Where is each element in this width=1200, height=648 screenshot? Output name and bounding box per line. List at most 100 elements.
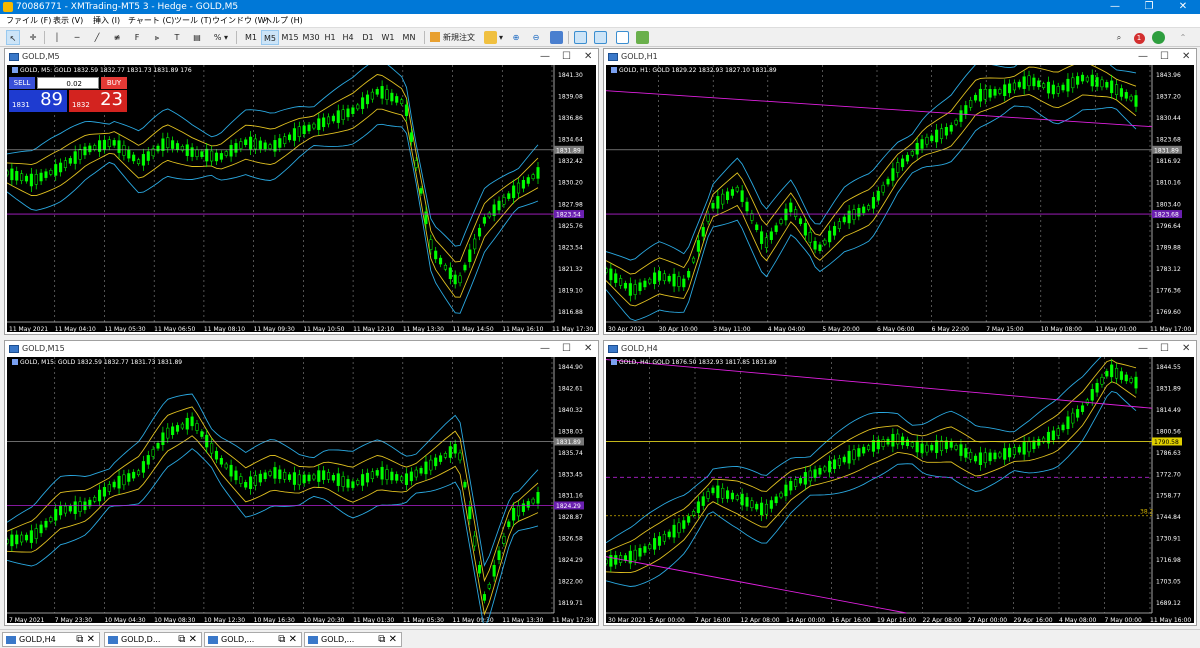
crosshair-icon[interactable]: ✛ — [26, 30, 40, 45]
candle-body — [760, 502, 764, 516]
maximize-button[interactable]: ☐ — [1160, 341, 1169, 357]
fibonacci-icon[interactable]: F — [130, 30, 144, 45]
candle-body — [706, 213, 710, 222]
tf-m5[interactable]: M5 — [261, 30, 279, 45]
horizontal-line-icon[interactable]: ─ — [70, 30, 84, 45]
menu-help[interactable]: ヘルプ (H) — [264, 14, 303, 28]
chart-window[interactable]: GOLD,M5— ☐ ✕ 1841.30 1839.08 1836.86 1834.64 18… — [4, 48, 599, 335]
minimize-button[interactable]: — — [1098, 0, 1132, 14]
candle-body — [896, 162, 900, 173]
restore-button[interactable]: ❐ — [1132, 0, 1166, 14]
chart-canvas[interactable]: 1843.96 1837.20 1830.44 1823.68 1816.92 1810.… — [606, 65, 1194, 332]
tab-gold-3[interactable]: GOLD,... ⧉ ✕ — [204, 632, 302, 647]
minimize-button[interactable]: — — [1138, 49, 1148, 65]
menu-insert[interactable]: 挿入 (I) — [93, 14, 120, 28]
trendline-icon[interactable]: ╱ — [90, 30, 104, 45]
price-tick-label: 1758.77 — [1156, 493, 1181, 500]
candle-body — [915, 440, 919, 453]
candle-body — [361, 474, 365, 486]
new-order-button[interactable]: 新規注文 — [430, 30, 480, 45]
tf-w1[interactable]: W1 — [380, 30, 396, 45]
minimize-button[interactable]: — — [540, 341, 550, 357]
candle-body — [292, 128, 296, 141]
price-tick-label: 1825.76 — [558, 223, 583, 230]
menu-file[interactable]: ファイル (F) — [6, 14, 51, 28]
chart-window-header[interactable]: GOLD,M5 — ☐ ✕ — [5, 49, 598, 65]
close-icon[interactable]: ⧉ ✕ — [178, 633, 197, 647]
minimize-button[interactable]: — — [1138, 341, 1148, 357]
price-tick-label: 1816.88 — [558, 309, 583, 316]
chart-shift-icon[interactable] — [574, 31, 587, 44]
templates-icon[interactable] — [636, 31, 649, 44]
tab-gold-h4[interactable]: GOLD,H4 ⧉ ✕ — [2, 632, 100, 647]
menu-chart[interactable]: チャート (C) — [128, 14, 174, 28]
vertical-line-icon[interactable]: │ — [50, 30, 64, 45]
cursor-icon[interactable]: ↖ — [6, 30, 20, 45]
grid-icon[interactable] — [616, 31, 629, 44]
chart-canvas[interactable]: 1844.90 1842.61 1840.32 1838.03 1835.74 1833.… — [7, 357, 596, 623]
candle-body — [896, 433, 900, 445]
candle-body — [312, 123, 316, 129]
tf-d1[interactable]: D1 — [360, 30, 376, 45]
tf-h4[interactable]: H4 — [340, 30, 356, 45]
algo-dropdown-icon[interactable]: ▾ — [497, 30, 505, 45]
chart-window[interactable]: GOLD,H1— ☐ ✕ 1843.96 1837.20 1830.44 1823.68 18… — [603, 48, 1197, 335]
algo-trading-icon[interactable] — [484, 31, 497, 44]
text-icon[interactable]: T — [170, 30, 184, 45]
tf-h1[interactable]: H1 — [322, 30, 338, 45]
candle-body — [166, 427, 170, 439]
channel-icon[interactable]: ≢ — [110, 30, 124, 45]
chart-canvas[interactable]: 1841.30 1839.08 1836.86 1834.64 1832.42 1830.… — [7, 65, 596, 332]
candle-body — [93, 497, 97, 502]
trend-line — [606, 90, 1153, 128]
close-button[interactable]: ✕ — [1182, 341, 1190, 357]
tf-m30[interactable]: M30 — [301, 30, 321, 45]
label-icon[interactable]: ▤ — [190, 30, 204, 45]
close-icon[interactable]: ⧉ ✕ — [378, 633, 397, 647]
chart-window-header[interactable]: GOLD,H4 — ☐ ✕ — [604, 341, 1196, 357]
maximize-button[interactable]: ☐ — [562, 49, 571, 65]
close-button[interactable]: ✕ — [584, 341, 592, 357]
sell-button[interactable]: SELL — [9, 77, 35, 89]
close-button[interactable]: ✕ — [1166, 0, 1200, 14]
pitchfork-icon[interactable]: ⫸ — [150, 30, 164, 45]
price-tick-label: 1716.98 — [1156, 557, 1181, 564]
tab-gold-d[interactable]: GOLD,D... ⧉ ✕ — [104, 632, 202, 647]
chart-canvas[interactable]: 1844.55 1831.89 1814.49 1800.56 1786.63 1772.… — [606, 357, 1194, 623]
close-icon[interactable]: ⧉ ✕ — [76, 633, 95, 647]
search-icon[interactable]: ⌕ — [1112, 30, 1126, 45]
buy-price[interactable]: 1832 23 — [69, 89, 127, 112]
signal-icon[interactable] — [1152, 31, 1165, 44]
zoom-in-icon[interactable]: ⊕ — [509, 30, 523, 45]
chart-window-header[interactable]: GOLD,M15 — ☐ ✕ — [5, 341, 598, 357]
candle-body — [122, 145, 126, 156]
autoscroll-icon[interactable] — [594, 31, 607, 44]
menu-tools[interactable]: ツール (T) — [174, 14, 212, 28]
lot-size-input[interactable]: 0.02 — [37, 77, 99, 89]
sell-price[interactable]: 1831 89 — [9, 89, 67, 112]
notifications-icon[interactable]: 1 — [1130, 30, 1148, 45]
tf-mn[interactable]: MN — [400, 30, 418, 45]
buy-button[interactable]: BUY — [101, 77, 127, 89]
price-tick-label: 1832.42 — [558, 158, 583, 165]
chart-window[interactable]: GOLD,M15— ☐ ✕ 1844.90 1842.61 1840.32 1838.03 1… — [4, 340, 599, 626]
maximize-button[interactable]: ☐ — [562, 341, 571, 357]
candle-body — [998, 452, 1002, 458]
minimize-button[interactable]: — — [540, 49, 550, 65]
collapse-toolbar-icon[interactable]: ⌃ — [1170, 30, 1196, 45]
tab-gold-4[interactable]: GOLD,... ⧉ ✕ — [304, 632, 402, 647]
chart-window[interactable]: GOLD,H4 — ☐ ✕ 1844.55 1831.89 1814.49 1800.56 17… — [603, 340, 1197, 626]
close-icon[interactable]: ⧉ ✕ — [278, 633, 297, 647]
shapes-dropdown-icon[interactable]: % ▾ — [210, 30, 232, 45]
candle-body — [326, 472, 331, 480]
zoom-out-icon[interactable]: ⊖ — [529, 30, 543, 45]
maximize-button[interactable]: ☐ — [1160, 49, 1169, 65]
close-button[interactable]: ✕ — [1182, 49, 1190, 65]
menu-view[interactable]: 表示 (V) — [53, 14, 83, 28]
tf-m15[interactable]: M15 — [280, 30, 300, 45]
tile-windows-icon[interactable] — [550, 31, 563, 44]
tf-m1[interactable]: M1 — [242, 30, 260, 45]
menu-window[interactable]: ウインドウ (W) — [212, 14, 269, 28]
chart-window-header[interactable]: GOLD,H1 — ☐ ✕ — [604, 49, 1196, 65]
close-button[interactable]: ✕ — [584, 49, 592, 65]
